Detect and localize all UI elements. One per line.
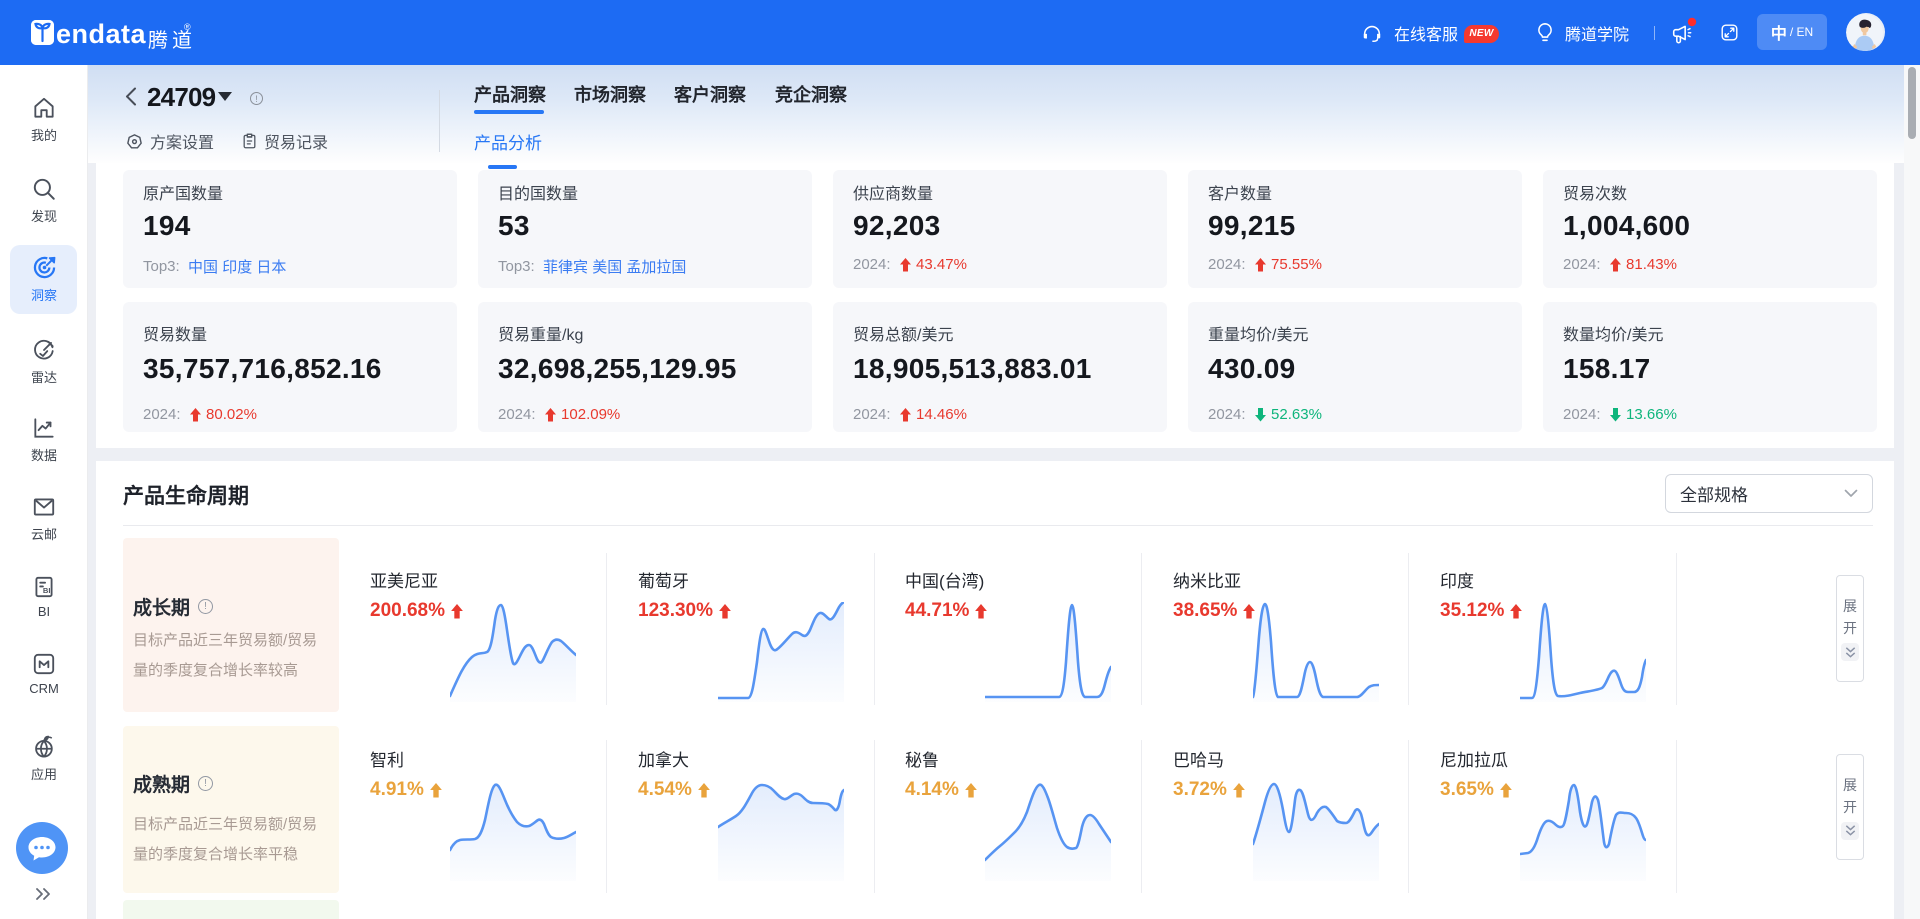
svg-text:BI: BI — [43, 586, 51, 595]
